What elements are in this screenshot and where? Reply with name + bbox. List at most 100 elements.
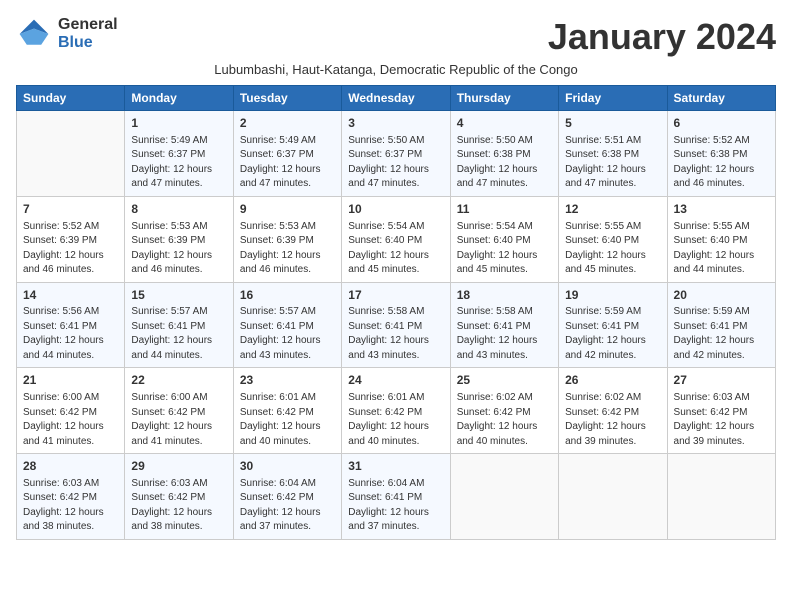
day-info: Sunrise: 6:04 AM Sunset: 6:42 PM Dayligh… [240, 477, 335, 535]
day-info: Sunrise: 5:49 AM Sunset: 6:37 PM Dayligh… [131, 134, 226, 192]
logo-general-text: General [58, 16, 118, 34]
calendar-body: 1 Sunrise: 5:49 AM Sunset: 6:37 PM Daylig… [17, 111, 776, 540]
day-number: 13 [674, 201, 769, 218]
calendar-week-row: 21Sunrise: 6:00 AM Sunset: 6:42 PM Dayli… [17, 368, 776, 454]
day-number: 17 [348, 287, 443, 304]
calendar-cell: 15Sunrise: 5:57 AM Sunset: 6:41 PM Dayli… [125, 282, 233, 368]
day-number: 18 [457, 287, 552, 304]
calendar-cell [450, 454, 558, 540]
day-info: Sunrise: 6:02 AM Sunset: 6:42 PM Dayligh… [457, 391, 552, 449]
day-info: Sunrise: 5:50 AM Sunset: 6:38 PM Dayligh… [457, 134, 552, 192]
page-header: General Blue January 2024 [16, 16, 776, 58]
weekday-header-friday: Friday [559, 86, 667, 111]
calendar-cell: 19Sunrise: 5:59 AM Sunset: 6:41 PM Dayli… [559, 282, 667, 368]
day-number: 15 [131, 287, 226, 304]
calendar-cell: 13 Sunrise: 5:55 AM Sunset: 6:40 PM Dayli… [667, 196, 775, 282]
day-number: 4 [457, 115, 552, 132]
calendar-cell: 12Sunrise: 5:55 AM Sunset: 6:40 PM Dayli… [559, 196, 667, 282]
weekday-header-row: SundayMondayTuesdayWednesdayThursdayFrid… [17, 86, 776, 111]
day-number: 16 [240, 287, 335, 304]
day-info: Sunrise: 5:52 AM Sunset: 6:38 PM Dayligh… [674, 134, 769, 192]
calendar-cell: 20Sunrise: 5:59 AM Sunset: 6:41 PM Dayli… [667, 282, 775, 368]
calendar-cell: 23 Sunrise: 6:01 AM Sunset: 6:42 PM Dayli… [233, 368, 341, 454]
day-info: Sunrise: 5:57 AM Sunset: 6:41 PM Dayligh… [240, 305, 335, 363]
calendar-week-row: 1 Sunrise: 5:49 AM Sunset: 6:37 PM Daylig… [17, 111, 776, 197]
calendar-cell [667, 454, 775, 540]
calendar-cell: 26 Sunrise: 6:02 AM Sunset: 6:42 PM Dayli… [559, 368, 667, 454]
day-info: Sunrise: 5:56 AM Sunset: 6:41 PM Dayligh… [23, 305, 118, 363]
day-info: Sunrise: 6:03 AM Sunset: 6:42 PM Dayligh… [23, 477, 118, 535]
calendar-subtitle: Lubumbashi, Haut-Katanga, Democratic Rep… [16, 62, 776, 77]
day-number: 29 [131, 458, 226, 475]
calendar-week-row: 7 Sunrise: 5:52 AM Sunset: 6:39 PM Daylig… [17, 196, 776, 282]
day-number: 23 [240, 372, 335, 389]
calendar-cell: 31Sunrise: 6:04 AM Sunset: 6:41 PM Dayli… [342, 454, 450, 540]
day-info: Sunrise: 5:58 AM Sunset: 6:41 PM Dayligh… [348, 305, 443, 363]
day-info: Sunrise: 5:53 AM Sunset: 6:39 PM Dayligh… [240, 220, 335, 278]
calendar-header: SundayMondayTuesdayWednesdayThursdayFrid… [17, 86, 776, 111]
calendar-cell: 27Sunrise: 6:03 AM Sunset: 6:42 PM Dayli… [667, 368, 775, 454]
day-info: Sunrise: 6:04 AM Sunset: 6:41 PM Dayligh… [348, 477, 443, 535]
day-number: 25 [457, 372, 552, 389]
calendar-cell: 8 Sunrise: 5:53 AM Sunset: 6:39 PM Daylig… [125, 196, 233, 282]
day-number: 9 [240, 201, 335, 218]
day-info: Sunrise: 5:53 AM Sunset: 6:39 PM Dayligh… [131, 220, 226, 278]
calendar-cell: 6 Sunrise: 5:52 AM Sunset: 6:38 PM Daylig… [667, 111, 775, 197]
weekday-header-monday: Monday [125, 86, 233, 111]
day-info: Sunrise: 6:00 AM Sunset: 6:42 PM Dayligh… [131, 391, 226, 449]
calendar-cell [559, 454, 667, 540]
weekday-header-sunday: Sunday [17, 86, 125, 111]
day-info: Sunrise: 6:01 AM Sunset: 6:42 PM Dayligh… [348, 391, 443, 449]
day-number: 1 [131, 115, 226, 132]
calendar-cell: 21Sunrise: 6:00 AM Sunset: 6:42 PM Dayli… [17, 368, 125, 454]
calendar-cell: 28 Sunrise: 6:03 AM Sunset: 6:42 PM Dayli… [17, 454, 125, 540]
day-info: Sunrise: 5:50 AM Sunset: 6:37 PM Dayligh… [348, 134, 443, 192]
day-number: 26 [565, 372, 660, 389]
calendar-cell [17, 111, 125, 197]
day-info: Sunrise: 5:55 AM Sunset: 6:40 PM Dayligh… [674, 220, 769, 278]
day-info: Sunrise: 5:51 AM Sunset: 6:38 PM Dayligh… [565, 134, 660, 192]
calendar-table: SundayMondayTuesdayWednesdayThursdayFrid… [16, 85, 776, 540]
day-info: Sunrise: 5:49 AM Sunset: 6:37 PM Dayligh… [240, 134, 335, 192]
day-number: 10 [348, 201, 443, 218]
day-info: Sunrise: 5:59 AM Sunset: 6:41 PM Dayligh… [674, 305, 769, 363]
day-number: 11 [457, 201, 552, 218]
day-number: 30 [240, 458, 335, 475]
logo: General Blue [16, 16, 118, 52]
weekday-header-saturday: Saturday [667, 86, 775, 111]
day-number: 12 [565, 201, 660, 218]
calendar-cell: 30 Sunrise: 6:04 AM Sunset: 6:42 PM Dayli… [233, 454, 341, 540]
calendar-week-row: 28 Sunrise: 6:03 AM Sunset: 6:42 PM Dayli… [17, 454, 776, 540]
day-number: 8 [131, 201, 226, 218]
calendar-cell: 25 Sunrise: 6:02 AM Sunset: 6:42 PM Dayli… [450, 368, 558, 454]
day-info: Sunrise: 6:01 AM Sunset: 6:42 PM Dayligh… [240, 391, 335, 449]
day-info: Sunrise: 6:03 AM Sunset: 6:42 PM Dayligh… [674, 391, 769, 449]
day-number: 3 [348, 115, 443, 132]
day-number: 5 [565, 115, 660, 132]
day-number: 20 [674, 287, 769, 304]
calendar-cell: 9 Sunrise: 5:53 AM Sunset: 6:39 PM Daylig… [233, 196, 341, 282]
calendar-cell: 1 Sunrise: 5:49 AM Sunset: 6:37 PM Daylig… [125, 111, 233, 197]
calendar-cell: 22Sunrise: 6:00 AM Sunset: 6:42 PM Dayli… [125, 368, 233, 454]
calendar-cell: 7 Sunrise: 5:52 AM Sunset: 6:39 PM Daylig… [17, 196, 125, 282]
weekday-header-thursday: Thursday [450, 86, 558, 111]
day-number: 6 [674, 115, 769, 132]
calendar-cell: 14Sunrise: 5:56 AM Sunset: 6:41 PM Dayli… [17, 282, 125, 368]
day-number: 7 [23, 201, 118, 218]
calendar-cell: 10Sunrise: 5:54 AM Sunset: 6:40 PM Dayli… [342, 196, 450, 282]
day-number: 19 [565, 287, 660, 304]
day-number: 28 [23, 458, 118, 475]
calendar-week-row: 14Sunrise: 5:56 AM Sunset: 6:41 PM Dayli… [17, 282, 776, 368]
calendar-cell: 24Sunrise: 6:01 AM Sunset: 6:42 PM Dayli… [342, 368, 450, 454]
day-info: Sunrise: 5:54 AM Sunset: 6:40 PM Dayligh… [457, 220, 552, 278]
day-info: Sunrise: 6:02 AM Sunset: 6:42 PM Dayligh… [565, 391, 660, 449]
day-info: Sunrise: 6:03 AM Sunset: 6:42 PM Dayligh… [131, 477, 226, 535]
month-title: January 2024 [548, 16, 776, 58]
calendar-cell: 4 Sunrise: 5:50 AM Sunset: 6:38 PM Daylig… [450, 111, 558, 197]
day-info: Sunrise: 6:00 AM Sunset: 6:42 PM Dayligh… [23, 391, 118, 449]
logo-text: General Blue [58, 16, 118, 51]
day-number: 2 [240, 115, 335, 132]
weekday-header-tuesday: Tuesday [233, 86, 341, 111]
day-info: Sunrise: 5:52 AM Sunset: 6:39 PM Dayligh… [23, 220, 118, 278]
logo-blue-text: Blue [58, 34, 118, 52]
